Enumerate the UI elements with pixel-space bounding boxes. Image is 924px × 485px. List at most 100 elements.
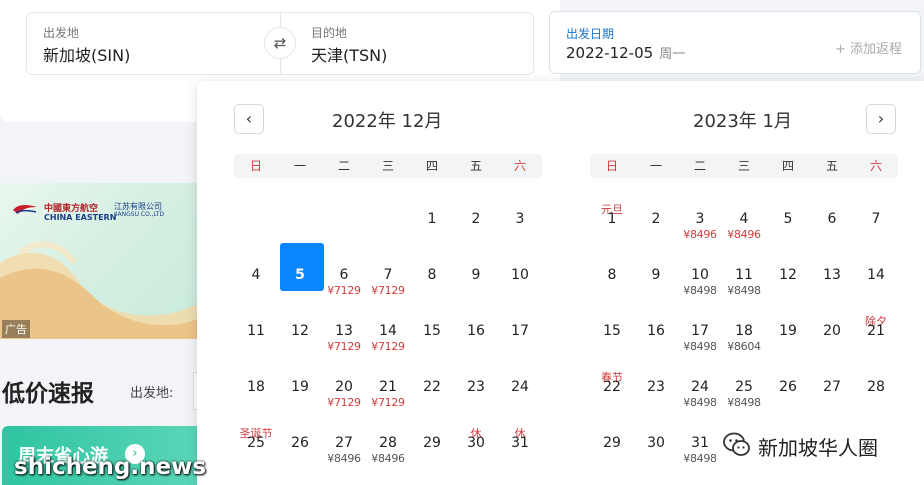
calendar-day[interactable]: 19 bbox=[278, 379, 322, 429]
calendar-day[interactable]: 31 ¥8498 bbox=[678, 435, 722, 485]
from-value[interactable]: 新加坡(SIN) bbox=[43, 42, 130, 66]
calendar-day[interactable]: 18 ¥8604 bbox=[722, 323, 766, 373]
calendar-day[interactable]: 14 bbox=[854, 267, 898, 317]
calendar-day[interactable]: 26 bbox=[278, 435, 322, 485]
calendar-day[interactable]: 圣诞节 25 bbox=[234, 427, 278, 485]
calendar-day[interactable]: 24 ¥8498 bbox=[678, 379, 722, 429]
from-field[interactable]: 出发地 新加坡(SIN) bbox=[27, 13, 277, 74]
add-return-button[interactable]: + 添加返程 bbox=[835, 38, 902, 57]
calendar-day[interactable]: 7 bbox=[854, 211, 898, 261]
calendar-day[interactable]: 3 bbox=[498, 211, 542, 261]
to-value[interactable]: 天津(TSN) bbox=[311, 42, 387, 66]
to-field[interactable]: 目的地 天津(TSN) bbox=[295, 13, 533, 74]
calendar-day[interactable]: 10 ¥8498 bbox=[678, 267, 722, 317]
calendar-day[interactable]: 16 bbox=[454, 323, 498, 373]
day-price: ¥8496 bbox=[683, 228, 717, 241]
calendar-day[interactable]: 26 bbox=[766, 379, 810, 429]
day-number: 12 bbox=[779, 267, 797, 283]
calendar-day[interactable]: 30 bbox=[634, 435, 678, 485]
calendar-day[interactable]: 16 bbox=[634, 323, 678, 373]
calendar-day[interactable]: 23 bbox=[454, 379, 498, 429]
day-number: 20 bbox=[335, 379, 353, 395]
date-text: 2022-12-05 bbox=[566, 44, 654, 62]
calendar-day[interactable]: 17 ¥8498 bbox=[678, 323, 722, 373]
calendar-day[interactable]: 15 bbox=[590, 323, 634, 373]
depart-date-field[interactable]: 出发日期 2022-12-05 周一 + 添加返程 bbox=[549, 11, 921, 74]
day-number: 9 bbox=[651, 267, 661, 283]
calendar-day[interactable]: 22 bbox=[410, 379, 454, 429]
day-number: 27 bbox=[823, 379, 841, 395]
day-price: ¥8496 bbox=[327, 452, 361, 465]
calendar-day[interactable]: 13 bbox=[810, 267, 854, 317]
day-number: 11 bbox=[735, 267, 753, 283]
calendar-day[interactable]: 1 bbox=[410, 211, 454, 261]
calendar-day[interactable]: 13 ¥7129 bbox=[322, 323, 366, 373]
day-price: ¥7129 bbox=[327, 396, 361, 409]
calendar-day[interactable]: 24 bbox=[498, 379, 542, 429]
day-price: ¥8496 bbox=[727, 228, 761, 241]
chevron-left-icon[interactable]: ‹ bbox=[234, 104, 264, 134]
calendar-day[interactable]: 21 ¥7129 bbox=[366, 379, 410, 429]
day-number: 19 bbox=[291, 379, 309, 395]
calendar-day[interactable]: 27 bbox=[810, 379, 854, 429]
calendar-day[interactable]: 29 bbox=[410, 435, 454, 485]
weekday-thu: 四 bbox=[781, 159, 794, 173]
calendar-day[interactable]: 25 ¥8498 bbox=[722, 379, 766, 429]
calendar-day[interactable]: 11 ¥8498 bbox=[722, 267, 766, 317]
day-number: 10 bbox=[691, 267, 709, 283]
day-number: 6 bbox=[339, 267, 349, 283]
calendar-day[interactable]: 27 ¥8496 bbox=[322, 435, 366, 485]
calendar-day[interactable]: 10 bbox=[498, 267, 542, 317]
weekday-tue: 二 bbox=[693, 159, 706, 173]
calendar-day[interactable]: 6 bbox=[810, 211, 854, 261]
calendar-day[interactable]: 28 ¥8496 bbox=[366, 435, 410, 485]
calendar-day[interactable]: 4 ¥8496 bbox=[722, 211, 766, 261]
airline-logo-icon bbox=[13, 205, 37, 214]
calendar-day[interactable]: 28 bbox=[854, 379, 898, 429]
calendar-day[interactable]: 9 bbox=[634, 267, 678, 317]
calendar-day[interactable]: 7 ¥7129 bbox=[366, 267, 410, 317]
calendar-day[interactable]: 15 bbox=[410, 323, 454, 373]
calendar-day[interactable]: 12 bbox=[278, 323, 322, 373]
calendar-day[interactable]: 8 bbox=[590, 267, 634, 317]
day-number: 16 bbox=[467, 323, 485, 339]
calendar-day[interactable]: 5 bbox=[278, 243, 324, 317]
calendar-day[interactable]: 11 bbox=[234, 323, 278, 373]
day-number: 4 bbox=[739, 211, 749, 227]
calendar-day[interactable]: 5 bbox=[766, 211, 810, 261]
date-value[interactable]: 2022-12-05 周一 bbox=[566, 43, 685, 62]
calendar-day[interactable]: 休 31 bbox=[498, 427, 542, 485]
calendar-day[interactable]: 6 ¥7129 bbox=[322, 267, 366, 317]
day-number: 26 bbox=[779, 379, 797, 395]
calendar-day[interactable]: 3 ¥8496 bbox=[678, 211, 722, 261]
calendar-day[interactable]: 18 bbox=[234, 379, 278, 429]
calendar-day[interactable]: 17 bbox=[498, 323, 542, 373]
calendar-day[interactable]: 20 bbox=[810, 323, 854, 373]
calendar-day[interactable]: 春节 22 bbox=[590, 371, 634, 429]
calendar-day[interactable]: 2 bbox=[634, 211, 678, 261]
calendar-day[interactable]: 19 bbox=[766, 323, 810, 373]
day-number: 31 bbox=[691, 435, 709, 451]
weekday-sat: 六 bbox=[869, 159, 882, 173]
day-number: 17 bbox=[691, 323, 709, 339]
swap-arrows-icon[interactable]: ⇄ bbox=[264, 27, 296, 59]
day-number: 24 bbox=[691, 379, 709, 395]
calendar-day[interactable]: 29 bbox=[590, 435, 634, 485]
to-label: 目的地 bbox=[311, 26, 348, 40]
chevron-right-icon[interactable]: › bbox=[866, 104, 896, 134]
calendar-day[interactable]: 2 bbox=[454, 211, 498, 261]
calendar-day[interactable]: 除夕 21 bbox=[854, 315, 898, 373]
calendar-day[interactable]: 元旦 1 bbox=[590, 203, 634, 261]
calendar-day[interactable]: 休 30 bbox=[454, 427, 498, 485]
calendar-day[interactable]: 23 bbox=[634, 379, 678, 429]
weekday-thu: 四 bbox=[425, 159, 438, 173]
calendar-day[interactable]: 9 bbox=[454, 267, 498, 317]
ad-banner[interactable]: 中國東方航空 CHINA EASTERN 江苏有限公司 JIANGSU CO.,… bbox=[0, 183, 200, 339]
calendar-day[interactable]: 14 ¥7129 bbox=[366, 323, 410, 373]
calendar-day[interactable]: 20 ¥7129 bbox=[322, 379, 366, 429]
calendar-day[interactable]: 12 bbox=[766, 267, 810, 317]
calendar-day[interactable]: 4 bbox=[234, 267, 278, 317]
day-number: 20 bbox=[823, 323, 841, 339]
day-number: 3 bbox=[515, 211, 525, 227]
calendar-day[interactable]: 8 bbox=[410, 267, 454, 317]
